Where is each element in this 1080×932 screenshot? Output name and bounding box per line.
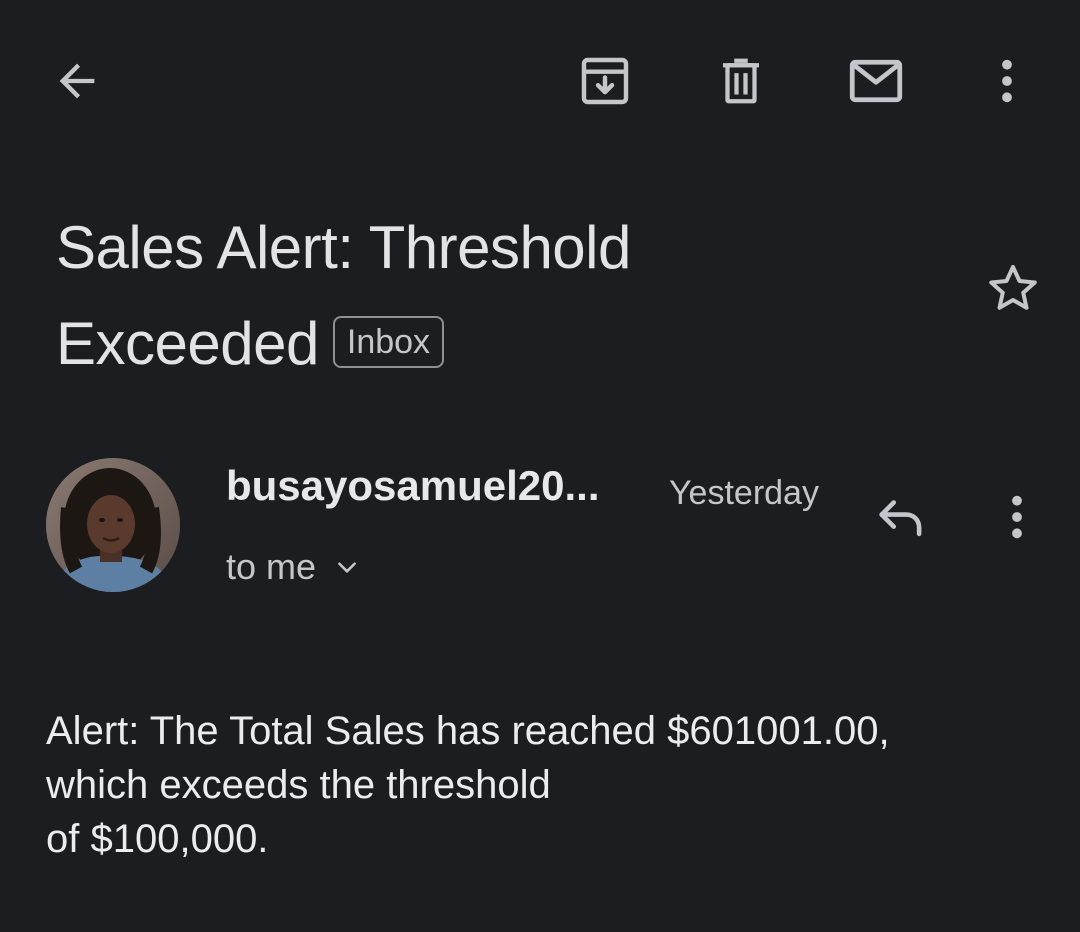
- sent-time: Yesterday: [669, 474, 819, 512]
- avatar-photo: [46, 458, 180, 592]
- body-line-2: which exceeds the threshold: [46, 763, 551, 807]
- subject-line-1: Sales Alert: Threshold: [56, 214, 631, 281]
- sender-name[interactable]: busayosamuel20...: [226, 462, 600, 510]
- archive-button[interactable]: [572, 48, 638, 114]
- message-more-options-button[interactable]: [984, 484, 1050, 550]
- more-options-button[interactable]: [974, 48, 1040, 114]
- body-line-1: Alert: The Total Sales has reached $6010…: [46, 709, 890, 753]
- subject-line-2-text: Exceeded: [56, 310, 319, 377]
- email-body: Alert: The Total Sales has reached $6010…: [46, 704, 1046, 866]
- chevron-down-icon: [334, 554, 360, 580]
- inbox-label-chip[interactable]: Inbox: [332, 316, 445, 369]
- more-vertical-icon: [1002, 59, 1012, 103]
- sender-avatar[interactable]: [46, 458, 180, 592]
- recipient-details-toggle[interactable]: to me: [226, 546, 360, 588]
- mail-icon: [849, 59, 903, 103]
- reply-button[interactable]: [868, 484, 934, 550]
- email-subject: Sales Alert: Threshold Exceeded Inbox: [56, 200, 936, 392]
- star-icon: [989, 265, 1037, 310]
- star-button[interactable]: [980, 256, 1046, 322]
- subject-line-2: Exceeded Inbox: [56, 296, 936, 392]
- mark-unread-button[interactable]: [843, 48, 909, 114]
- delete-button[interactable]: [708, 48, 774, 114]
- back-button[interactable]: [44, 48, 110, 114]
- body-line-3: of $100,000.: [46, 817, 269, 861]
- recipient-text: to me: [226, 546, 317, 587]
- reply-icon: [879, 500, 922, 537]
- trash-icon: [723, 58, 759, 104]
- archive-icon: [581, 57, 629, 105]
- email-view: Sales Alert: Threshold Exceeded Inbox bu…: [0, 0, 1080, 932]
- arrow-left-icon: [59, 63, 95, 99]
- more-vertical-icon: [1012, 495, 1022, 539]
